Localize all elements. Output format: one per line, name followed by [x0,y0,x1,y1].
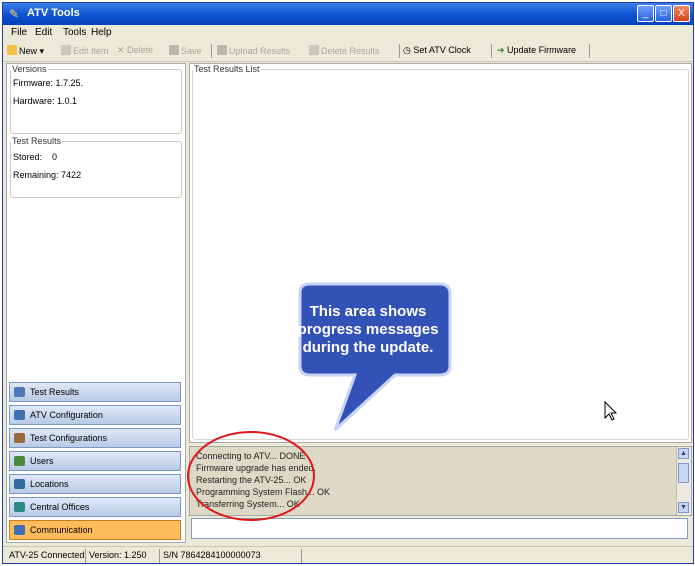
callout-text: This area shows progress messages during… [297,303,439,356]
annotation-overlay [187,282,618,521]
highlight-circle [187,431,315,521]
mouse-cursor-icon [604,400,618,421]
